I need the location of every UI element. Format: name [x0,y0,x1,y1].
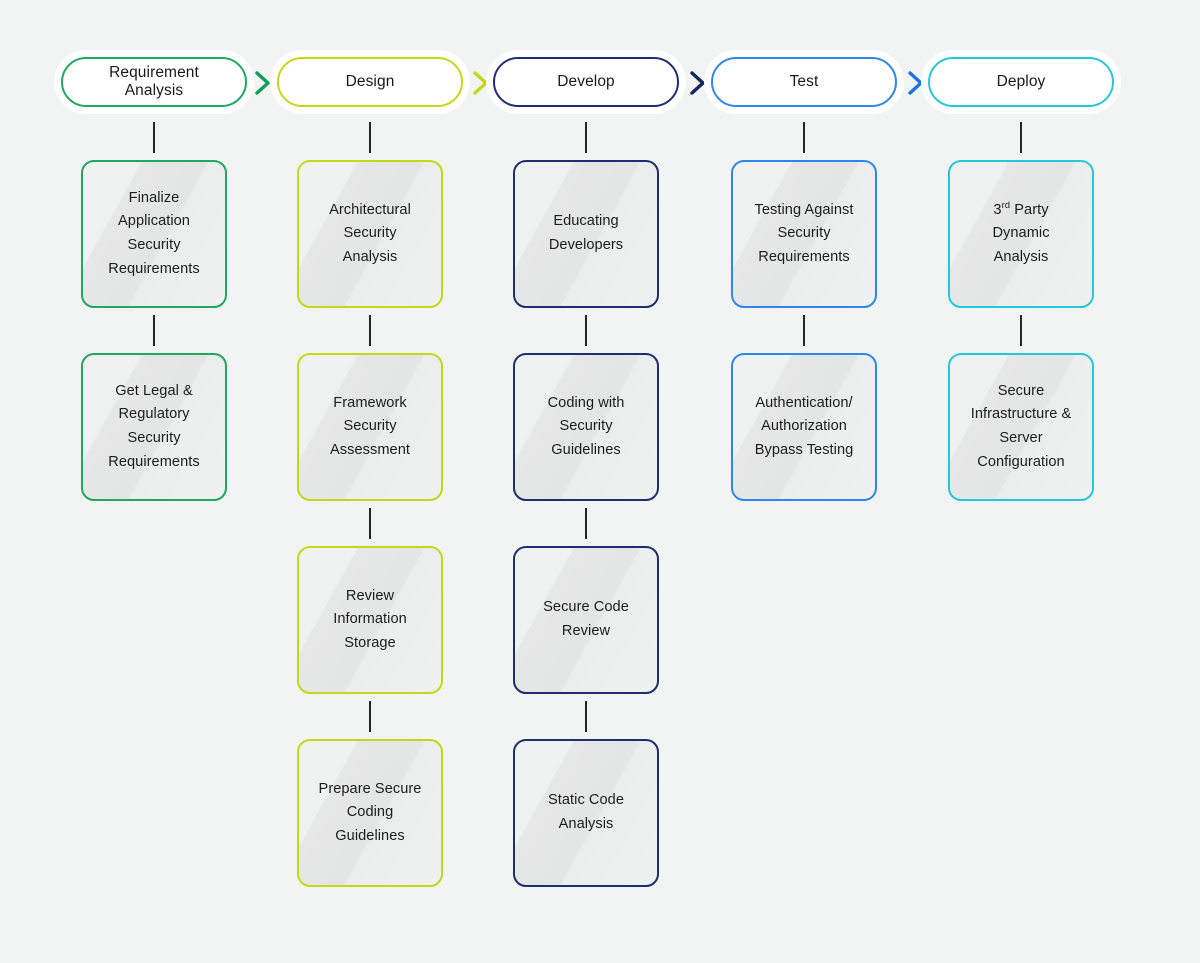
connector-line [493,501,679,546]
activity-node-label: Secure Code Review [543,599,629,639]
phase-chevron-develop [687,70,709,96]
activity-node-label: Get Legal & Regulatory Security Requirement… [108,382,200,470]
activity-node[interactable]: 3rd Party Dynamic Analysis [948,160,1094,308]
activity-node[interactable]: Static Code Analysis [513,739,659,887]
phase-title-text: Requirement Analysis [109,64,199,99]
phase-pill-requirement-analysis[interactable]: Requirement Analysis [61,57,247,107]
phase-pill-deploy[interactable]: Deploy [928,57,1114,107]
connector-line [493,308,679,353]
activity-node[interactable]: Framework Security Assessment [297,353,443,501]
connector-line [277,501,463,546]
activity-node-label: Finalize Application Security Requirements [108,189,200,277]
phase-pill-design[interactable]: Design [277,57,463,107]
activity-node-label: 3rd Party Dynamic Analysis [992,199,1050,265]
phase-pill-test[interactable]: Test [711,57,897,107]
phase-column-test: Testing Against Security Requirements Authe… [711,115,897,501]
phase-title-text: Test [789,73,819,91]
phase-pill-develop[interactable]: Develop [493,57,679,107]
activity-node[interactable]: Review Information Storage [297,546,443,694]
secure-sdlc-flow-diagram: Requirement Analysis Design Develop Test Depl… [0,0,1200,963]
phase-pill-label-deploy: Deploy [928,57,1114,107]
connector-line [493,694,679,739]
phase-chevron-requirement-analysis [252,70,274,96]
phase-pill-label-requirement-analysis: Requirement Analysis [61,57,247,107]
activity-node[interactable]: Educating Developers [513,160,659,308]
activity-node-label: Prepare Secure Coding Guidelines [318,780,422,844]
activity-node[interactable]: Coding with Security Guidelines [513,353,659,501]
connector-line [61,308,247,353]
activity-node-label: Review Information Storage [333,587,407,651]
activity-node[interactable]: Prepare Secure Coding Guidelines [297,739,443,887]
phase-chevron-design [470,70,492,96]
activity-node-label: Secure Infrastructure & Server Configuratio… [970,382,1072,470]
activity-node-label: Architectural Security Analysis [329,201,411,265]
connector-line [493,115,679,160]
phase-column-design: Architectural Security Analysis Framework Se… [277,115,463,887]
phase-column-deploy: 3rd Party Dynamic Analysis Secure Infrastruc… [928,115,1114,501]
activity-node-label: Authentication/Authorization Bypass Testi… [754,394,854,458]
activity-node[interactable]: Secure Infrastructure & Server Configuratio… [948,353,1094,501]
activity-node-label: Static Code Analysis [548,792,624,832]
activity-node[interactable]: Secure Code Review [513,546,659,694]
activity-node[interactable]: Finalize Application Security Requirements [81,160,227,308]
connector-line [928,308,1114,353]
connector-line [711,115,897,160]
activity-node-label: Framework Security Assessment [330,394,410,458]
phase-title-text: Deploy [996,73,1046,91]
phase-title-text: Develop [557,73,615,91]
activity-node[interactable]: Authentication/Authorization Bypass Testi… [731,353,877,501]
connector-line [277,694,463,739]
connector-line [928,115,1114,160]
phase-column-develop: Educating Developers Coding with Security Gu… [493,115,679,887]
activity-node-label: Testing Against Security Requirements [754,201,854,265]
activity-node-label: Coding with Security Guidelines [547,394,625,458]
phase-column-requirement-analysis: Finalize Application Security Requirements G… [61,115,247,501]
connector-line [277,308,463,353]
phase-chevron-test [905,70,927,96]
phase-pill-label-test: Test [711,57,897,107]
phase-pill-label-develop: Develop [493,57,679,107]
activity-node[interactable]: Architectural Security Analysis [297,160,443,308]
activity-node[interactable]: Get Legal & Regulatory Security Requirement… [81,353,227,501]
connector-line [61,115,247,160]
phase-title-text: Design [345,73,395,91]
activity-node[interactable]: Testing Against Security Requirements [731,160,877,308]
activity-node-label: Educating Developers [548,213,624,253]
phase-pill-label-design: Design [277,57,463,107]
connector-line [711,308,897,353]
connector-line [277,115,463,160]
